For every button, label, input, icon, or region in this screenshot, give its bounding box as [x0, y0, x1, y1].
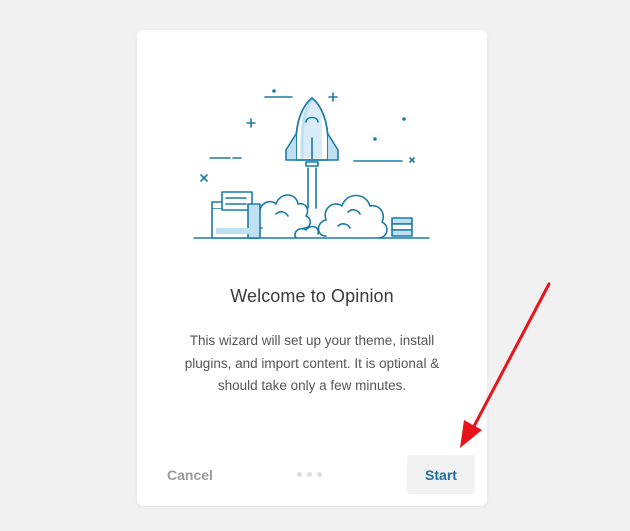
setup-wizard-card: Welcome to Opinion This wizard will set …	[137, 30, 487, 506]
step-indicator	[297, 472, 322, 477]
step-dot	[317, 472, 322, 477]
start-button[interactable]: Start	[407, 455, 475, 494]
wizard-description: This wizard will set up your theme, inst…	[184, 333, 440, 393]
step-dot	[307, 472, 312, 477]
wizard-title: Welcome to Opinion	[230, 286, 394, 306]
rocket-launch-illustration	[193, 89, 430, 239]
step-dot	[297, 472, 302, 477]
cancel-button[interactable]: Cancel	[167, 467, 213, 483]
